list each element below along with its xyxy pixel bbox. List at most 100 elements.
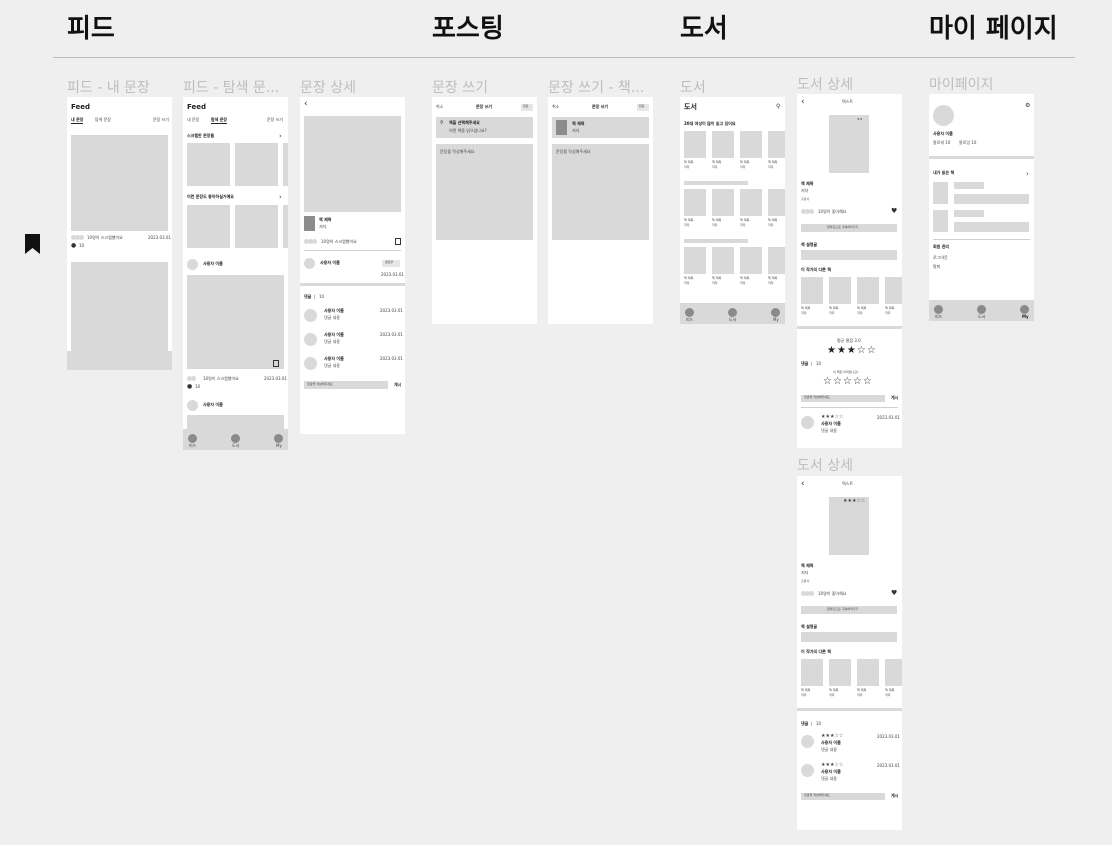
likes-text: 10명이 좋아해요 [818,591,847,596]
recommend-card[interactable] [187,205,230,248]
sentence-card[interactable] [71,135,168,231]
nav-feed-icon[interactable] [934,305,943,314]
intro-box [801,632,897,642]
nav-feed-icon[interactable] [685,308,694,317]
following-count[interactable]: 팔로잉 10 [959,140,976,146]
book-cover[interactable] [768,247,785,274]
avatar [801,735,814,748]
tab-explore[interactable]: 탐색 문장 [211,117,228,124]
account-label: 회원 관리 [933,244,950,249]
nav-books-icon[interactable] [728,308,737,317]
user-name[interactable]: 사용자 이름 [203,261,223,267]
book-title[interactable]: 책 제목 [319,217,331,223]
withdraw-button[interactable]: 탈퇴 [933,264,940,270]
sentence-textarea[interactable] [436,144,533,240]
comment-submit[interactable]: 게시 [394,382,401,388]
book-cover[interactable] [768,131,785,158]
comment-icon[interactable]: ● [187,384,192,390]
rate-input-stars[interactable]: ☆☆☆☆☆ [823,376,873,387]
frame-book-detail-2: ‹ 텍스트 ★★★☆☆ 책 제목 저자 출판사 10명이 좋아해요 ♥ 알라딘으… [797,476,902,830]
nav-books-icon[interactable] [977,305,986,314]
tab-explore[interactable]: 탐색 문장 [95,117,111,123]
comment-submit[interactable]: 게시 [891,395,898,401]
comment-user[interactable]: 사용자 이름 [324,332,344,338]
scrap-card[interactable] [235,143,278,186]
book-cover[interactable] [740,131,762,158]
nav-my-icon[interactable] [1020,305,1029,314]
book-publisher: 출판사 [801,197,810,201]
nav-my-icon[interactable] [274,434,283,443]
book-cover[interactable] [768,189,785,216]
comment-user[interactable]: 사용자 이름 [324,356,344,362]
gear-icon[interactable]: ⚙ [1025,103,1030,109]
book-cover[interactable] [684,247,706,274]
book-cover[interactable] [712,247,734,274]
review-user[interactable]: 사용자 이름 [821,421,841,427]
bookmark-icon[interactable] [395,238,401,245]
back-arrow-icon[interactable]: ‹ [801,98,805,107]
cancel-button[interactable]: 취소 [552,104,559,110]
follower-count[interactable]: 팔로워 10 [933,140,950,146]
book-cover[interactable] [740,189,762,216]
comment-user[interactable]: 사용자 이름 [324,308,344,314]
book-cover[interactable] [885,277,902,304]
cancel-button[interactable]: 취소 [436,104,443,110]
write-link[interactable]: 문장 쓰기 [153,117,169,123]
scrap-card[interactable] [187,143,230,186]
tab-my[interactable]: 내 문장 [187,117,199,123]
comment-submit[interactable]: 게시 [891,793,898,799]
book-cover[interactable] [684,189,706,216]
avatar [809,209,814,214]
book-cover[interactable] [740,247,762,274]
write-link[interactable]: 문장 쓰기 [267,117,283,123]
bookmark-icon[interactable] [273,360,279,367]
book-cover[interactable] [829,659,851,686]
tab-my[interactable]: 내 문장 [71,117,84,124]
review-date: 2023.03.01 [877,415,900,420]
search-icon[interactable]: ⚲ [776,104,780,110]
book-cover[interactable] [712,131,734,158]
scrap-card[interactable] [283,143,288,186]
user-name[interactable]: 사용자 이름 [320,260,340,266]
book-cover[interactable] [829,277,851,304]
back-arrow-icon[interactable]: ‹ [801,480,805,489]
chevron-right-icon[interactable]: › [279,133,282,140]
book-author: 저자 [684,223,690,227]
chevron-right-icon[interactable]: › [279,194,282,201]
back-arrow-icon[interactable]: ‹ [304,100,308,109]
review-user[interactable]: 사용자 이름 [821,740,841,746]
profile-avatar[interactable] [933,105,954,126]
comment-body: 댓글 내용 [324,363,340,368]
recommend-card[interactable] [235,205,278,248]
book-cover[interactable] [801,659,823,686]
book-cover[interactable] [885,659,902,686]
nav-feed-label: 피드 [189,443,197,448]
sentence-textarea[interactable] [552,144,649,240]
nav-my-icon[interactable] [771,308,780,317]
review-user[interactable]: 사용자 이름 [821,769,841,775]
nav-books-icon[interactable] [231,434,240,443]
book-cover[interactable] [933,182,948,204]
book-cover[interactable] [857,659,879,686]
review-stars: ★★★☆☆ [821,414,844,420]
book-cover[interactable] [712,189,734,216]
heart-icon[interactable]: ♥ [891,208,897,215]
sentence-card[interactable] [187,275,284,369]
bookmark-icon[interactable] [25,234,40,254]
book-cover[interactable] [801,277,823,304]
nav-feed-icon[interactable] [188,434,197,443]
chevron-right-icon[interactable]: › [1026,171,1029,178]
book-cover[interactable] [684,131,706,158]
frame-label-sentence-detail: 문장 상세 [300,80,356,96]
recommend-card[interactable] [283,205,288,248]
book-cover[interactable] [857,277,879,304]
sentence-card[interactable] [71,262,168,352]
logout-button[interactable]: 로그아웃 [933,255,948,261]
book-cover[interactable] [933,210,948,232]
heart-icon[interactable]: ♥ [891,590,897,597]
user-name[interactable]: 사용자 이름 [203,402,223,408]
comment-body: 댓글 내용 [324,339,340,344]
book-cover[interactable] [304,216,315,231]
comment-icon[interactable]: ● [71,243,76,249]
comment-sep: | [314,294,316,299]
